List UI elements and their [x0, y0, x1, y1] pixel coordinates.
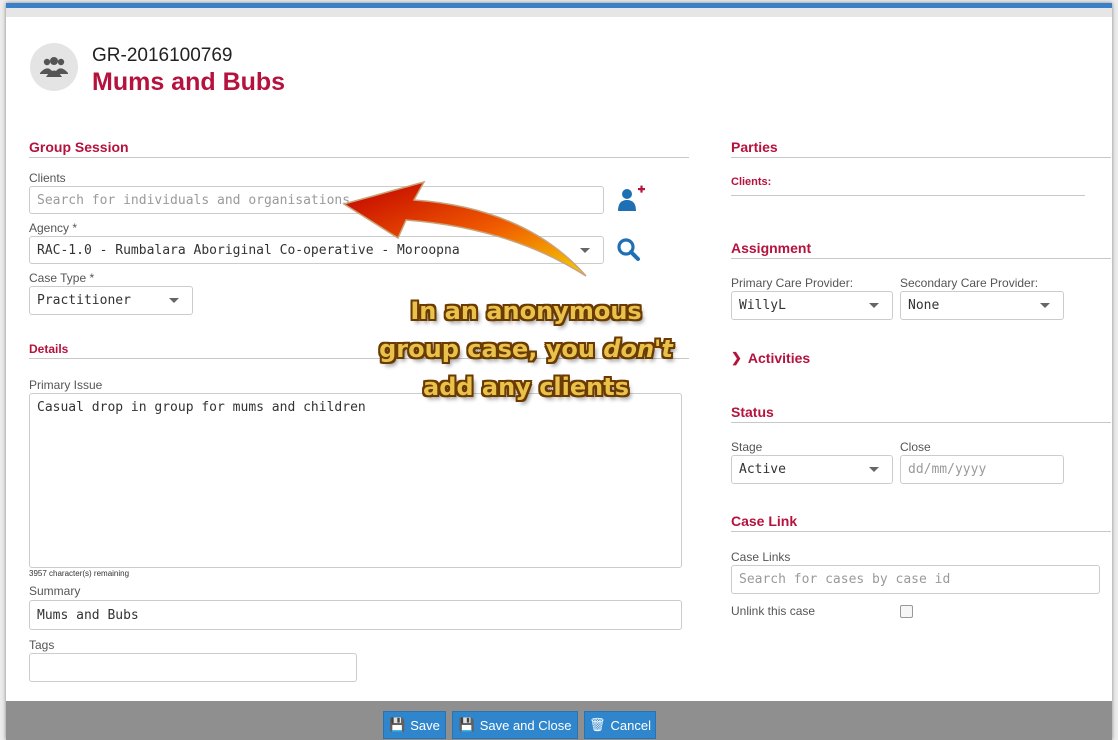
case-dialog: GR-2016100769 Mums and Bubs Group Sessio… [6, 3, 1112, 740]
stage-value: Active [739, 462, 786, 477]
activities-title: Activities [747, 350, 811, 366]
annotation-callout: In an anonymous group case, you don't ad… [336, 292, 716, 406]
agency-label: Agency * [29, 221, 78, 235]
group-icon [40, 57, 68, 77]
secondary-care-provider-label: Secondary Care Provider: [900, 276, 1039, 290]
save-button[interactable]: 💾 Save [383, 711, 446, 739]
character-count: 3957 character(s) remaining [29, 569, 130, 578]
case-links-search-input[interactable]: Search for cases by case id [731, 565, 1100, 594]
close-label: Close [900, 440, 931, 454]
group-avatar [30, 43, 78, 91]
chevron-right-icon: ❯ [731, 350, 742, 365]
save-and-close-label: Save and Close [479, 717, 572, 733]
tags-input[interactable] [29, 653, 357, 682]
primary-issue-label: Primary Issue [29, 378, 103, 392]
summary-input[interactable]: Mums and Bubs [29, 600, 682, 630]
trash-icon: 🗑 [589, 717, 606, 732]
cancel-button-label: Cancel [610, 717, 651, 733]
chevron-down-icon [1040, 303, 1050, 308]
section-divider [731, 157, 1111, 158]
chevron-down-icon [169, 298, 179, 303]
secondary-care-provider-select[interactable]: None [900, 291, 1064, 320]
primary-care-provider-label: Primary Care Provider: [731, 276, 854, 290]
save-button-label: Save [410, 717, 440, 733]
agency-search-button[interactable] [616, 236, 642, 264]
section-divider [731, 531, 1111, 532]
unlink-label: Unlink this case [731, 604, 816, 618]
case-type-label: Case Type * [29, 271, 95, 285]
floppy-disk-icon: 💾 [458, 717, 475, 732]
case-id: GR-2016100769 [92, 45, 233, 66]
status-title: Status [731, 404, 774, 420]
floppy-disk-icon: 💾 [389, 717, 406, 732]
chevron-down-icon [869, 303, 879, 308]
add-person-icon [618, 185, 645, 211]
secondary-care-provider-value: None [908, 298, 940, 313]
annotation-line-1: In an anonymous [410, 297, 642, 325]
section-divider [731, 258, 1111, 259]
section-divider [29, 157, 689, 158]
case-type-value: Practitioner [37, 293, 131, 308]
case-type-select[interactable]: Practitioner [29, 286, 193, 315]
add-client-button[interactable] [616, 185, 646, 213]
section-divider [731, 422, 1111, 423]
annotation-line-2-text: group case, you [379, 335, 604, 363]
tags-label: Tags [29, 638, 55, 652]
unlink-checkbox[interactable] [900, 605, 913, 618]
group-session-title: Group Session [29, 139, 129, 155]
stage-label: Stage [731, 440, 763, 454]
stage-select[interactable]: Active [731, 455, 893, 484]
annotation-arrow [342, 180, 587, 277]
annotation-line-3: add any clients [423, 373, 629, 401]
chevron-down-icon [869, 467, 879, 472]
activities-toggle[interactable]: ❯ Activities [731, 350, 810, 366]
summary-label: Summary [29, 584, 81, 598]
details-title: Details [29, 342, 69, 356]
search-icon [617, 238, 640, 261]
primary-issue-textarea[interactable]: Casual drop in group for mums and childr… [29, 393, 682, 568]
save-and-close-button[interactable]: 💾 Save and Close [452, 711, 578, 739]
primary-care-provider-value: WillyL [739, 298, 786, 313]
primary-care-provider-select[interactable]: WillyL [731, 291, 893, 320]
annotation-line-2: group case, you don't [336, 330, 716, 368]
parties-clients-label: Clients: [731, 176, 772, 188]
top-strip [6, 8, 1112, 17]
parties-title: Parties [731, 139, 778, 155]
case-links-label: Case Links [731, 550, 791, 564]
assignment-title: Assignment [731, 240, 812, 256]
case-name: Mums and Bubs [92, 68, 286, 96]
cancel-button[interactable]: 🗑 Cancel [584, 711, 656, 739]
annotation-emphasis: don't [603, 335, 673, 363]
section-divider [731, 195, 1085, 196]
close-date-input[interactable]: dd/mm/yyyy [900, 455, 1064, 484]
case-link-title: Case Link [731, 513, 798, 529]
clients-label: Clients [29, 171, 66, 185]
